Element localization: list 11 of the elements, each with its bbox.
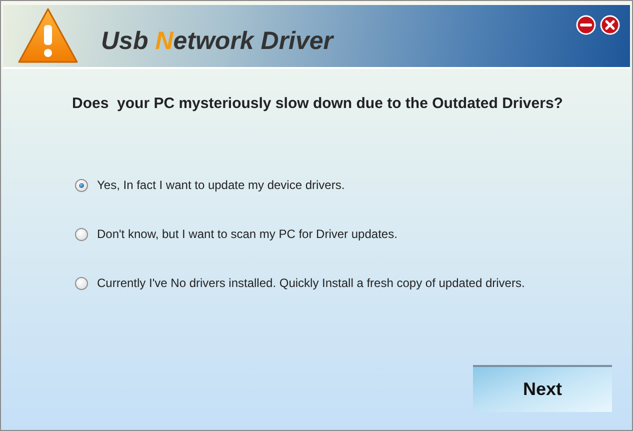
close-icon[interactable] bbox=[600, 15, 620, 35]
option-label[interactable]: Don't know, but I want to scan my PC for Driver updates. bbox=[97, 227, 398, 241]
window-title: Usb Network Driver bbox=[101, 26, 334, 56]
question-text: Does your PC mysteriously slow down due to the Outdated Drivers? bbox=[71, 95, 564, 112]
next-button[interactable]: Next bbox=[473, 365, 612, 412]
radio-button[interactable] bbox=[75, 276, 88, 290]
option-label[interactable]: Yes, In fact I want to update my device drivers. bbox=[97, 178, 345, 192]
minimize-icon[interactable] bbox=[576, 15, 596, 35]
option-label[interactable]: Currently I've No drivers installed. Quickly Install a fresh copy of updated drivers. bbox=[97, 276, 525, 290]
radio-button[interactable] bbox=[75, 178, 88, 192]
radio-button[interactable] bbox=[75, 228, 88, 240]
